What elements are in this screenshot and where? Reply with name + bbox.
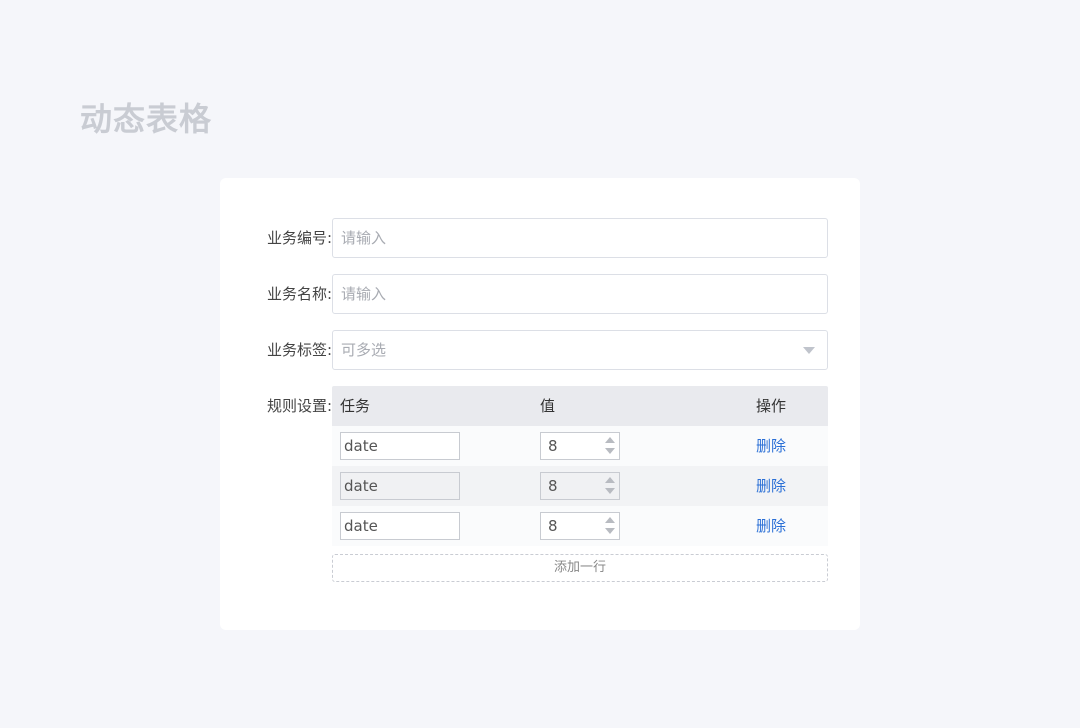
business-tags-select[interactable]: 可多选 <box>332 330 828 370</box>
table-row: 8 删除 <box>332 506 828 546</box>
column-header-task: 任务 <box>340 397 371 415</box>
add-row-button[interactable]: 添加一行 <box>332 554 828 582</box>
task-field[interactable] <box>340 512 460 540</box>
task-input[interactable] <box>341 513 459 539</box>
task-input[interactable] <box>341 473 459 499</box>
task-field[interactable] <box>340 472 460 500</box>
increment-icon[interactable] <box>605 517 615 523</box>
task-input[interactable] <box>341 433 459 459</box>
business-name-input[interactable] <box>333 275 827 313</box>
table-row: 8 删除 <box>332 426 828 466</box>
value-text[interactable]: 8 <box>548 473 558 499</box>
task-field[interactable] <box>340 432 460 460</box>
delete-button[interactable]: 删除 <box>756 426 786 466</box>
business-name-field[interactable] <box>332 274 828 314</box>
business-name-label: 业务名称: <box>266 285 332 303</box>
value-stepper[interactable]: 8 <box>540 432 620 460</box>
rules-table: 任务 值 操作 8 删除 8 删除 <box>332 386 828 582</box>
table-row: 8 删除 <box>332 466 828 506</box>
decrement-icon[interactable] <box>605 448 615 454</box>
business-no-field[interactable] <box>332 218 828 258</box>
page-title: 动态表格 <box>80 100 213 138</box>
value-stepper[interactable]: 8 <box>540 472 620 500</box>
increment-icon[interactable] <box>605 477 615 483</box>
column-header-value: 值 <box>540 397 556 415</box>
delete-button[interactable]: 删除 <box>756 466 786 506</box>
form-card: 业务编号: 业务名称: 业务标签: 可多选 规则设置: 任务 值 操作 <box>220 178 860 630</box>
business-tags-placeholder: 可多选 <box>341 341 387 359</box>
value-stepper[interactable]: 8 <box>540 512 620 540</box>
decrement-icon[interactable] <box>605 528 615 534</box>
value-text[interactable]: 8 <box>548 433 558 459</box>
column-header-action: 操作 <box>756 397 787 415</box>
rules-label: 规则设置: <box>266 397 332 415</box>
table-header: 任务 值 操作 <box>332 386 828 426</box>
value-text[interactable]: 8 <box>548 513 558 539</box>
delete-button[interactable]: 删除 <box>756 506 786 546</box>
increment-icon[interactable] <box>605 437 615 443</box>
decrement-icon[interactable] <box>605 488 615 494</box>
business-tags-label: 业务标签: <box>266 341 332 359</box>
chevron-down-icon[interactable] <box>803 347 815 354</box>
business-no-input[interactable] <box>333 219 827 257</box>
business-no-label: 业务编号: <box>266 229 332 247</box>
